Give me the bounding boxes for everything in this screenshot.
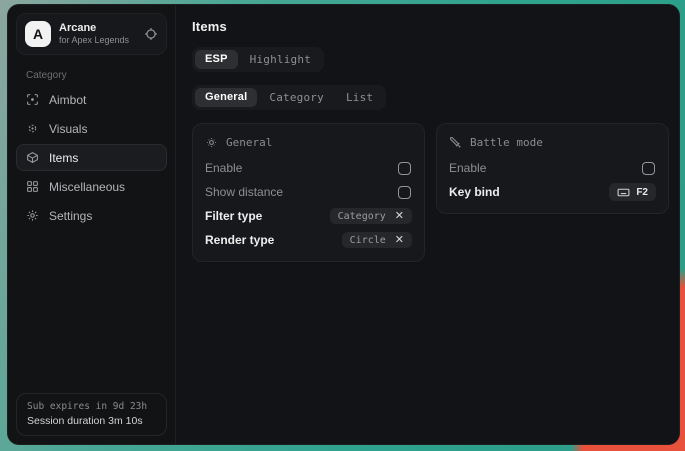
sidebar-item-miscellaneous[interactable]: Miscellaneous	[16, 173, 167, 200]
sidebar-item-label: Items	[49, 151, 78, 165]
app-window: A Arcane for Apex Legends Category	[7, 4, 680, 445]
clear-icon[interactable]: ✕	[395, 211, 404, 222]
brand-text: Arcane for Apex Legends	[59, 22, 136, 47]
gear-icon	[26, 209, 39, 222]
general-panel-title: General	[226, 136, 272, 149]
general-panel-header: General	[205, 132, 412, 153]
tab-list[interactable]: List	[336, 88, 383, 107]
row-label: Enable	[205, 161, 242, 175]
row-enable: Enable	[205, 156, 412, 180]
page-title: Items	[192, 19, 669, 34]
sidebar-item-label: Aimbot	[49, 93, 86, 107]
battle-mode-panel: Battle mode Enable Key bind	[436, 123, 669, 214]
focus-icon	[26, 93, 39, 106]
sidebar-item-items[interactable]: Items	[16, 144, 167, 171]
tab-highlight[interactable]: Highlight	[240, 50, 321, 69]
render-type-value: Circle	[350, 235, 386, 246]
row-filter-type: Filter type Category ✕	[205, 204, 412, 228]
keyboard-icon	[617, 186, 630, 199]
battle-mode-panel-title: Battle mode	[470, 136, 543, 149]
sidebar-nav: Aimbot Visuals Items	[16, 86, 167, 229]
app-name: Arcane	[59, 22, 136, 36]
row-render-type: Render type Circle ✕	[205, 228, 412, 252]
row-label: Filter type	[205, 209, 262, 223]
row-label: Render type	[205, 233, 274, 247]
subscription-info-card: Sub expires in 9d 23h Session duration 3…	[16, 393, 167, 436]
app-logo: A	[25, 21, 51, 47]
sidebar-item-settings[interactable]: Settings	[16, 202, 167, 229]
sidebar-item-label: Visuals	[49, 122, 87, 136]
battle-mode-panel-header: Battle mode	[449, 132, 656, 153]
row-key-bind: Key bind F2	[449, 180, 656, 204]
sidebar-category-label: Category	[26, 70, 157, 81]
row-label: Show distance	[205, 185, 283, 199]
keybind-value: F2	[636, 187, 648, 198]
session-duration-text: Session duration 3m 10s	[27, 415, 156, 427]
brand-card: A Arcane for Apex Legends	[16, 13, 167, 55]
clear-icon[interactable]: ✕	[395, 235, 404, 246]
enable-checkbox[interactable]	[398, 162, 411, 175]
sword-icon	[449, 136, 462, 149]
sub-expires-text: Sub expires in 9d 23h	[27, 401, 156, 412]
main-content: Items ESP Highlight General Category Lis…	[176, 5, 680, 444]
tab-esp[interactable]: ESP	[195, 50, 238, 69]
sidebar-item-aimbot[interactable]: Aimbot	[16, 86, 167, 113]
general-panel: General Enable Show distance Filter type…	[192, 123, 425, 262]
sidebar-item-label: Settings	[49, 209, 92, 223]
row-label: Key bind	[449, 185, 500, 199]
mode-tabbar: ESP Highlight	[192, 47, 324, 72]
sidebar: A Arcane for Apex Legends Category	[8, 5, 176, 444]
row-show-distance: Show distance	[205, 180, 412, 204]
app-subtitle: for Apex Legends	[59, 35, 136, 46]
render-type-select[interactable]: Circle ✕	[342, 232, 412, 248]
sun-settings-icon	[205, 136, 218, 149]
scan-eye-icon	[26, 122, 39, 135]
grid-icon	[26, 180, 39, 193]
tab-category[interactable]: Category	[259, 88, 334, 107]
battle-enable-checkbox[interactable]	[642, 162, 655, 175]
show-distance-checkbox[interactable]	[398, 186, 411, 199]
filter-type-value: Category	[338, 211, 386, 222]
view-tabbar: General Category List	[192, 85, 386, 110]
tab-general[interactable]: General	[195, 88, 257, 107]
keybind-button[interactable]: F2	[609, 183, 656, 201]
package-icon	[26, 151, 39, 164]
sidebar-item-visuals[interactable]: Visuals	[16, 115, 167, 142]
panels-row: General Enable Show distance Filter type…	[192, 123, 669, 262]
row-label: Enable	[449, 161, 486, 175]
sidebar-item-label: Miscellaneous	[49, 180, 125, 194]
crosshair-icon[interactable]	[144, 27, 158, 41]
filter-type-select[interactable]: Category ✕	[330, 208, 412, 224]
row-enable: Enable	[449, 156, 656, 180]
